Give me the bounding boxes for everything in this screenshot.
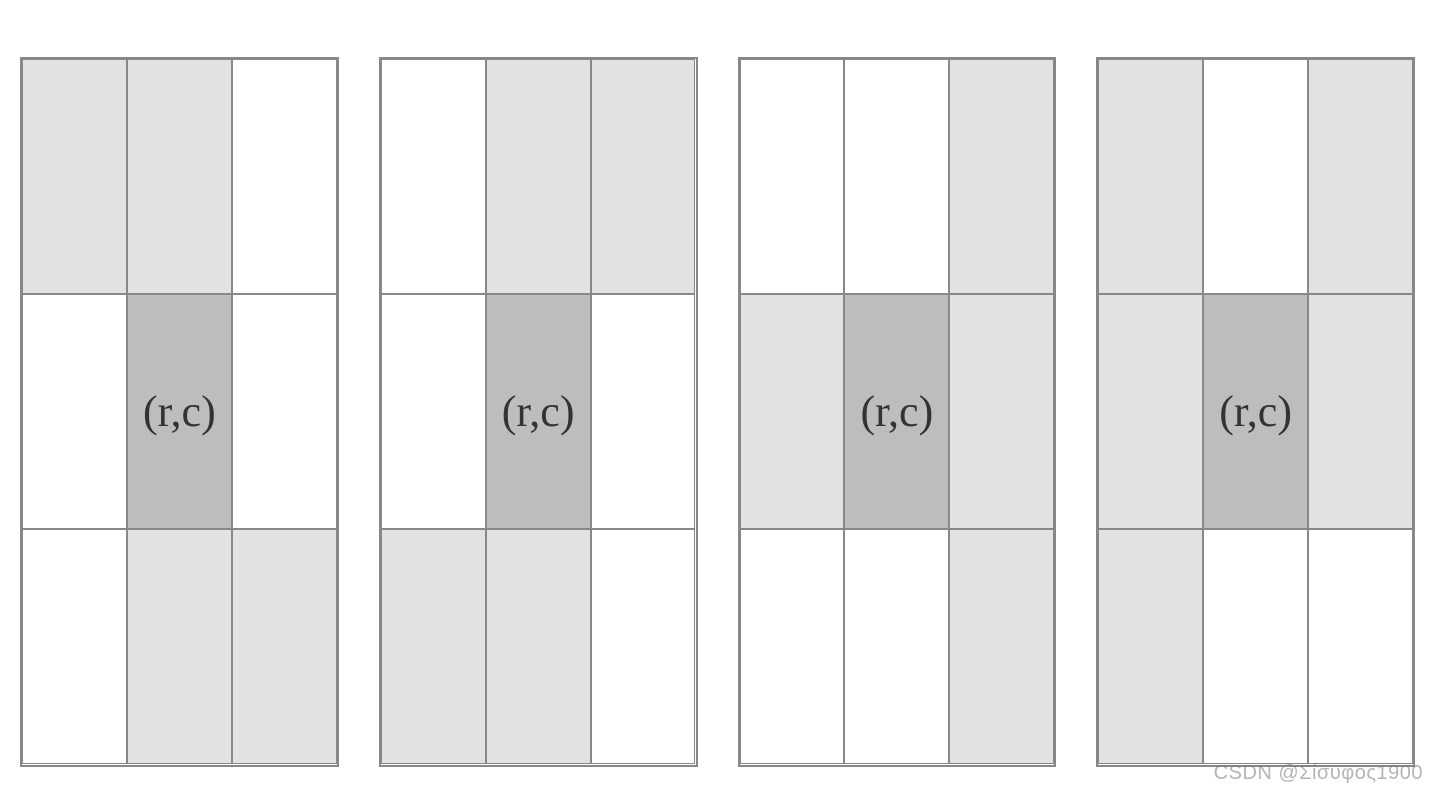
center-label: (r,c) bbox=[1219, 386, 1292, 437]
watermark: CSDN @Σίσυφος1900 bbox=[1214, 762, 1423, 785]
grid-2-cell-0-1 bbox=[486, 59, 591, 294]
grid-1-cell-1-0 bbox=[22, 294, 127, 529]
grid-2: (r,c) bbox=[379, 57, 698, 767]
grid-4: (r,c) bbox=[1096, 57, 1415, 767]
grid-3: (r,c) bbox=[738, 57, 1057, 767]
grid-3-cell-0-2 bbox=[949, 59, 1054, 294]
grid-3-cell-2-2 bbox=[949, 529, 1054, 764]
grid-3-cell-0-1 bbox=[844, 59, 949, 294]
grid-4-cell-0-1 bbox=[1203, 59, 1308, 294]
grid-2-cell-1-2 bbox=[591, 294, 696, 529]
grid-1-cell-1-2 bbox=[232, 294, 337, 529]
grid-4-cell-0-2 bbox=[1308, 59, 1413, 294]
grid-1-cell-2-1 bbox=[127, 529, 232, 764]
grid-3-cell-1-0 bbox=[740, 294, 845, 529]
grid-2-cell-2-2 bbox=[591, 529, 696, 764]
diagram-container: (r,c) (r,c) (r,c) (r,c) bbox=[0, 0, 1435, 793]
grid-4-cell-center: (r,c) bbox=[1203, 294, 1308, 529]
grid-2-cell-0-0 bbox=[381, 59, 486, 294]
grid-1-cell-2-2 bbox=[232, 529, 337, 764]
grid-3-cell-2-0 bbox=[740, 529, 845, 764]
grid-1-cell-0-1 bbox=[127, 59, 232, 294]
grid-3-cell-center: (r,c) bbox=[844, 294, 949, 529]
grid-4-cell-1-0 bbox=[1098, 294, 1203, 529]
grid-2-cell-1-0 bbox=[381, 294, 486, 529]
grid-4-cell-1-2 bbox=[1308, 294, 1413, 529]
grid-1-cell-0-2 bbox=[232, 59, 337, 294]
grid-1-cell-center: (r,c) bbox=[127, 294, 232, 529]
grid-1-cell-2-0 bbox=[22, 529, 127, 764]
center-label: (r,c) bbox=[143, 386, 216, 437]
grid-3-cell-2-1 bbox=[844, 529, 949, 764]
grid-3-cell-1-2 bbox=[949, 294, 1054, 529]
grid-2-cell-2-1 bbox=[486, 529, 591, 764]
grid-1-cell-0-0 bbox=[22, 59, 127, 294]
center-label: (r,c) bbox=[502, 386, 575, 437]
grid-4-cell-0-0 bbox=[1098, 59, 1203, 294]
grid-2-cell-2-0 bbox=[381, 529, 486, 764]
grid-1: (r,c) bbox=[20, 57, 339, 767]
grid-4-cell-2-1 bbox=[1203, 529, 1308, 764]
grid-2-cell-center: (r,c) bbox=[486, 294, 591, 529]
grid-4-cell-2-2 bbox=[1308, 529, 1413, 764]
grid-2-cell-0-2 bbox=[591, 59, 696, 294]
grid-4-cell-2-0 bbox=[1098, 529, 1203, 764]
center-label: (r,c) bbox=[861, 386, 934, 437]
grid-3-cell-0-0 bbox=[740, 59, 845, 294]
